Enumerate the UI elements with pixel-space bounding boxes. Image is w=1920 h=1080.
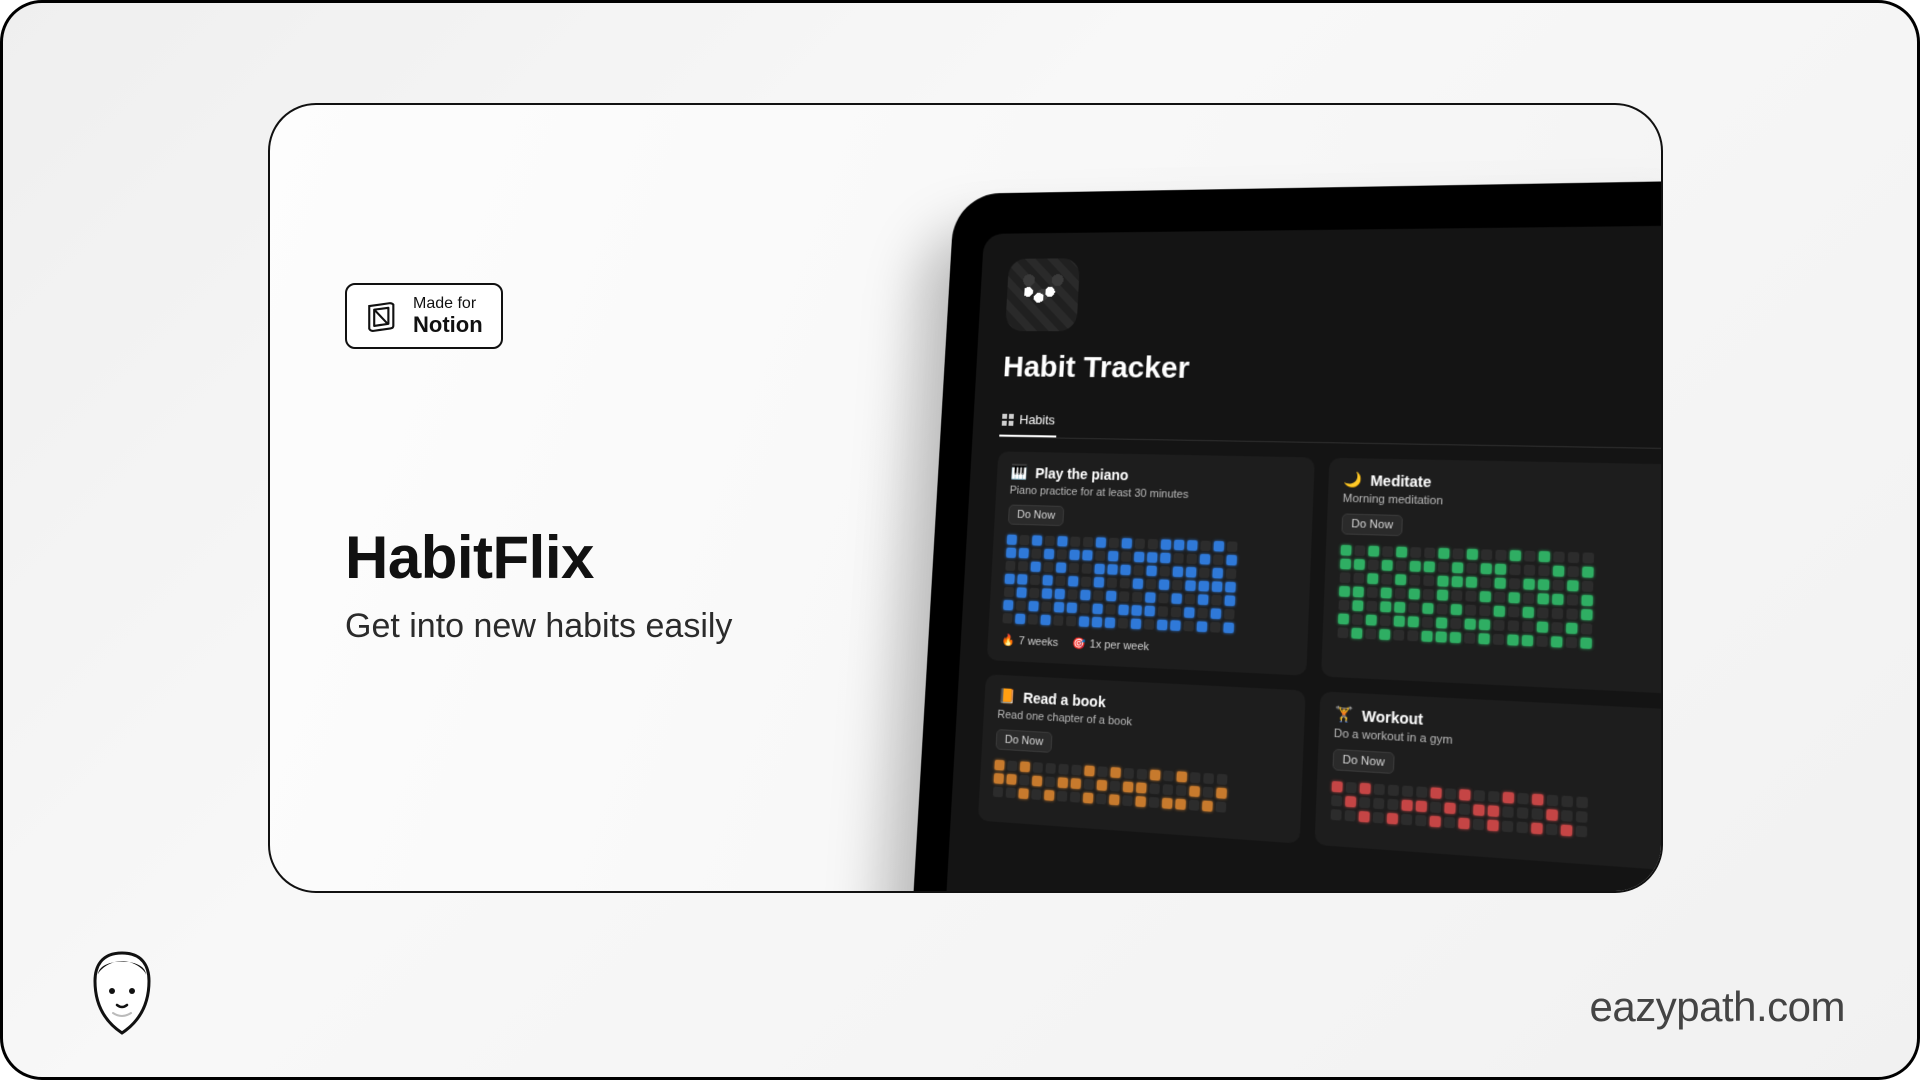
do-now-button[interactable]: Do Now [1008,505,1065,527]
badge-line2: Notion [413,313,483,337]
meta-text: 7 weeks [1018,635,1058,649]
tabs: Habits [999,406,1663,449]
habit-subtitle: Morning meditation [1342,492,1660,513]
habit-heatmap [1331,781,1654,842]
habit-title-label: Read a book [1023,689,1106,710]
habit-cards: 🎹 Play the piano Piano practice for at lea… [978,451,1663,870]
habit-heatmap [993,760,1287,817]
habit-meta-item: 🎯1x per week [1072,636,1150,653]
habit-title: 🎹 Play the piano [1010,464,1299,488]
habit-title-label: Workout [1362,707,1424,728]
outer-frame: Made for Notion HabitFlix Get into new h… [0,0,1920,1080]
habit-emoji-icon: 📙 [998,687,1016,705]
habit-subtitle: Piano practice for at least 30 minutes [1009,485,1298,504]
grid-icon [1002,413,1014,425]
do-now-button[interactable]: Do Now [1341,513,1403,536]
made-for-notion-badge: Made for Notion [345,283,503,349]
habit-meta: 🔥7 weeks 🎯1x per week [1001,633,1292,660]
product-title: HabitFlix [345,523,594,592]
app-icon [1005,258,1080,331]
badge-text: Made for Notion [413,295,483,337]
meta-emoji-icon: 🔥 [1001,634,1015,647]
do-now-button[interactable]: Do Now [995,729,1052,753]
habit-card-piano[interactable]: 🎹 Play the piano Piano practice for at lea… [987,451,1315,675]
product-subtitle: Get into new habits easily [345,607,732,646]
habit-card-workout[interactable]: 🏋️WorkoutDo a workout in a gymDo Now [1315,691,1663,870]
do-now-button[interactable]: Do Now [1332,749,1394,774]
meta-emoji-icon: 🎯 [1072,638,1086,651]
habit-emoji-icon: 🏋️ [1334,705,1353,724]
app-title: Habit Tracker [1002,351,1663,391]
habit-emoji-icon: 🎹 [1010,464,1028,481]
habit-title-label: Play the piano [1035,465,1129,483]
author-avatar [81,947,163,1039]
habit-meta-item: 🔥7 weeks [1001,633,1058,649]
hero-card: Made for Notion HabitFlix Get into new h… [268,103,1663,893]
app-screen: Habit Tracker Habits 🎹 Play the piano Pian… [942,225,1663,893]
site-url: eazypath.com [1590,983,1845,1031]
habit-title-label: Meditate [1370,472,1432,490]
habit-card-read[interactable]: 📙Read a bookRead one chapter of a bookDo… [978,674,1306,843]
meta-text: 1x per week [1089,638,1149,653]
tablet-mockup: Habit Tracker Habits 🎹 Play the piano Pian… [931,185,1663,893]
tab-label: Habits [1019,412,1055,427]
tab-habits[interactable]: Habits [999,406,1057,438]
habit-card-meditate[interactable]: 🌙 Meditate Morning meditationDo Now [1321,458,1663,694]
badge-line1: Made for [413,295,483,313]
habit-heatmap [1337,545,1659,652]
habit-emoji-icon: 🌙 [1343,471,1362,489]
habit-heatmap [1002,535,1296,636]
notion-icon [365,299,399,333]
habit-title: 🌙 Meditate [1343,471,1661,496]
tablet-bezel: Habit Tracker Habits 🎹 Play the piano Pian… [906,180,1663,893]
